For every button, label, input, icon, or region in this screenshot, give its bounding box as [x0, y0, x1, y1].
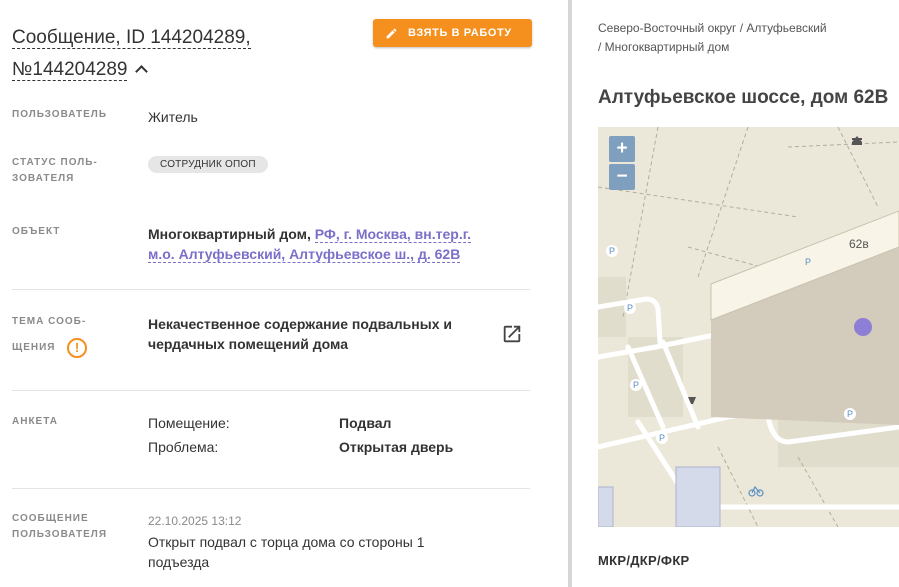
zoom-out-button[interactable]: −	[609, 164, 635, 190]
divider	[12, 488, 530, 489]
user-message-label-line1: СООБЩЕНИЕ	[12, 513, 89, 524]
breadcrumb-line1: Северо-Восточный округ / Алтуфьевский	[598, 21, 827, 35]
message-panel: Сообщение, ID 144204289, №144204289 ВЗЯТ…	[0, 0, 570, 587]
survey-value: Открытая дверь	[339, 439, 454, 455]
topic-value: Некачественное содержание подвальных и ч…	[148, 316, 452, 352]
take-to-work-button[interactable]: ВЗЯТЬ В РАБОТУ	[373, 19, 532, 47]
message-text: Открыт подвал с торца дома со стороны 1 …	[148, 534, 425, 570]
topic-label-line2: ЩЕНИЯ	[12, 342, 56, 353]
page-title[interactable]: Сообщение, ID 144204289, №144204289	[12, 22, 352, 86]
svg-text:P: P	[659, 433, 665, 443]
zoom-in-button[interactable]: +	[609, 136, 635, 162]
survey-value: Подвал	[339, 415, 392, 431]
breadcrumb: Северо-Восточный округ / Алтуфьевский / …	[598, 19, 888, 57]
message-date: 22.10.2025 13:12	[148, 514, 242, 528]
repair-section-label: МКР/ДКР/ФКР	[598, 553, 690, 568]
take-to-work-label: ВЗЯТЬ В РАБОТУ	[408, 27, 512, 39]
divider	[12, 390, 530, 391]
object-label: ОБЪЕКТ	[12, 226, 61, 237]
object-value: Многоквартирный дом, РФ, г. Москва, вн.т…	[148, 224, 493, 264]
map-building-number: 62в	[849, 237, 869, 251]
user-message-label-line2: ПОЛЬЗОВАТЕЛЯ	[12, 529, 108, 540]
message-title[interactable]: Сообщение, ID 144204289, №144204289	[12, 27, 251, 81]
address-title: Алтуфьевское шоссе, дом 62В	[598, 87, 889, 108]
map-canvas[interactable]: P P P P P P	[598, 127, 899, 527]
user-status-label-line2: ЗОВАТЕЛЯ	[12, 173, 75, 184]
svg-text:P: P	[627, 303, 633, 313]
location-panel: Северо-Восточный округ / Алтуфьевский / …	[572, 0, 899, 587]
user-status-label-line1: СТАТУС ПОЛЬ-	[12, 157, 98, 168]
svg-text:P: P	[847, 409, 853, 419]
chevron-up-icon[interactable]	[135, 65, 149, 78]
map[interactable]: P P P P P P + − 62в	[598, 127, 899, 527]
object-type: Многоквартирный дом,	[148, 226, 311, 242]
svg-text:P: P	[805, 257, 811, 267]
warning-icon: !	[67, 338, 87, 358]
topic-label-line1: ТЕМА СООБ-	[12, 316, 87, 327]
svg-text:P: P	[609, 246, 615, 256]
map-zoom-controls: + −	[609, 136, 635, 190]
user-label: ПОЛЬЗОВАТЕЛЬ	[12, 109, 108, 120]
survey-key: Помещение:	[148, 415, 230, 431]
pencil-icon	[386, 28, 397, 38]
survey-key: Проблема:	[148, 439, 219, 455]
user-value: Житель	[148, 109, 198, 125]
divider	[12, 289, 530, 290]
survey-label: АНКЕТА	[12, 416, 58, 427]
open-external-icon[interactable]	[501, 323, 523, 345]
status-badge: СОТРУДНИК ОПОП	[148, 156, 268, 173]
svg-text:P: P	[633, 380, 639, 390]
breadcrumb-line2: / Многоквартирный дом	[598, 40, 730, 54]
